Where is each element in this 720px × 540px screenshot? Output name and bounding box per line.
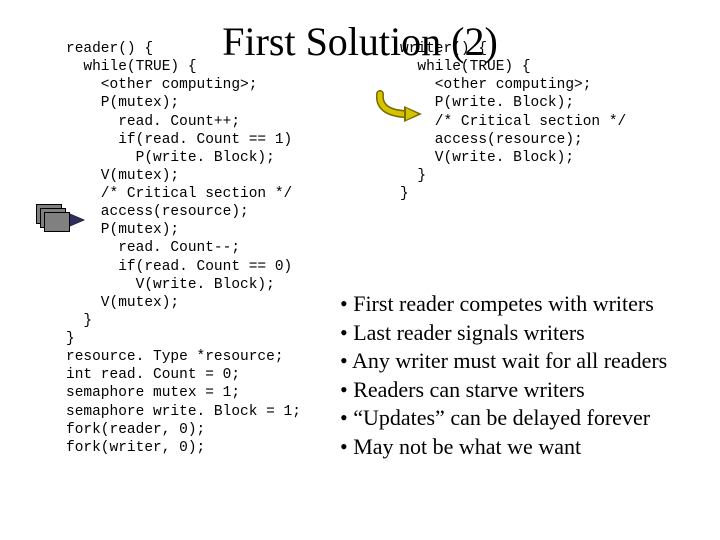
bullet-list: • First reader competes with writers • L… bbox=[340, 290, 667, 462]
readers-arrow-icon bbox=[70, 214, 84, 226]
writer-code-block: writer() { while(TRUE) { <other computin… bbox=[400, 40, 626, 203]
readers-stack-icon bbox=[36, 204, 70, 232]
writer-swoosh-icon bbox=[376, 88, 424, 120]
reader-code-block: reader() { while(TRUE) { <other computin… bbox=[66, 40, 301, 457]
